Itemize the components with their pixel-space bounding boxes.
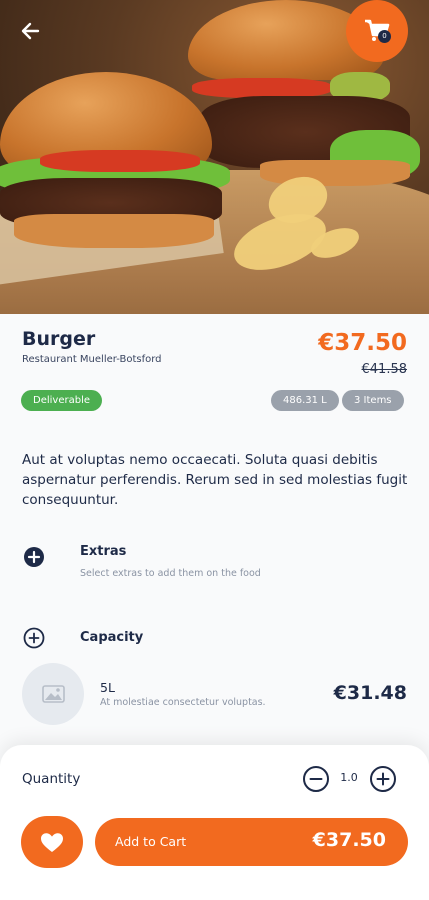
quantity-increase-button[interactable]: [369, 765, 397, 793]
plus-circle-filled-icon: [24, 547, 44, 567]
cart-count-badge: 0: [378, 30, 391, 43]
capacity-option-description: At molestiae consectetur voluptas.: [100, 697, 266, 708]
add-to-cart-total: €37.50: [312, 829, 386, 851]
product-description: Aut at voluptas nemo occaecati. Soluta q…: [22, 452, 408, 508]
add-to-cart-label: Add to Cart: [115, 834, 187, 849]
deliverable-badge: Deliverable: [21, 390, 102, 411]
shopping-cart-icon: [365, 19, 390, 41]
add-to-cart-button[interactable]: Add to Cart €37.50: [95, 818, 408, 866]
quantity-label: Quantity: [22, 771, 81, 787]
product-price: €37.50: [318, 330, 407, 356]
heart-icon: [41, 833, 63, 852]
extras-add-button[interactable]: [23, 546, 45, 568]
capacity-option-name[interactable]: 5L: [100, 680, 115, 695]
plus-circle-icon: [370, 766, 396, 792]
plus-circle-outline-icon: [23, 627, 45, 649]
items-badge: 3 Items: [342, 390, 404, 411]
product-old-price: €41.58: [361, 362, 408, 377]
capacity-option-thumbnail: [22, 663, 84, 725]
weight-badge: 486.31 L: [271, 390, 339, 411]
arrow-left-icon: [21, 22, 40, 40]
extras-title: Extras: [80, 544, 127, 559]
capacity-option-price: €31.48: [333, 682, 407, 704]
favorite-button[interactable]: [21, 816, 83, 868]
capacity-title: Capacity: [80, 630, 144, 645]
extras-subtitle: Select extras to add them on the food: [80, 568, 261, 579]
image-placeholder-icon: [42, 685, 65, 703]
cart-button[interactable]: [346, 0, 408, 62]
restaurant-name[interactable]: Restaurant Mueller-Botsford: [22, 354, 162, 365]
minus-circle-icon: [303, 766, 329, 792]
back-button[interactable]: [16, 16, 46, 46]
quantity-decrease-button[interactable]: [302, 765, 330, 793]
product-title: Burger: [22, 328, 96, 350]
quantity-value: 1.0: [340, 771, 358, 784]
capacity-add-button[interactable]: [23, 627, 45, 649]
